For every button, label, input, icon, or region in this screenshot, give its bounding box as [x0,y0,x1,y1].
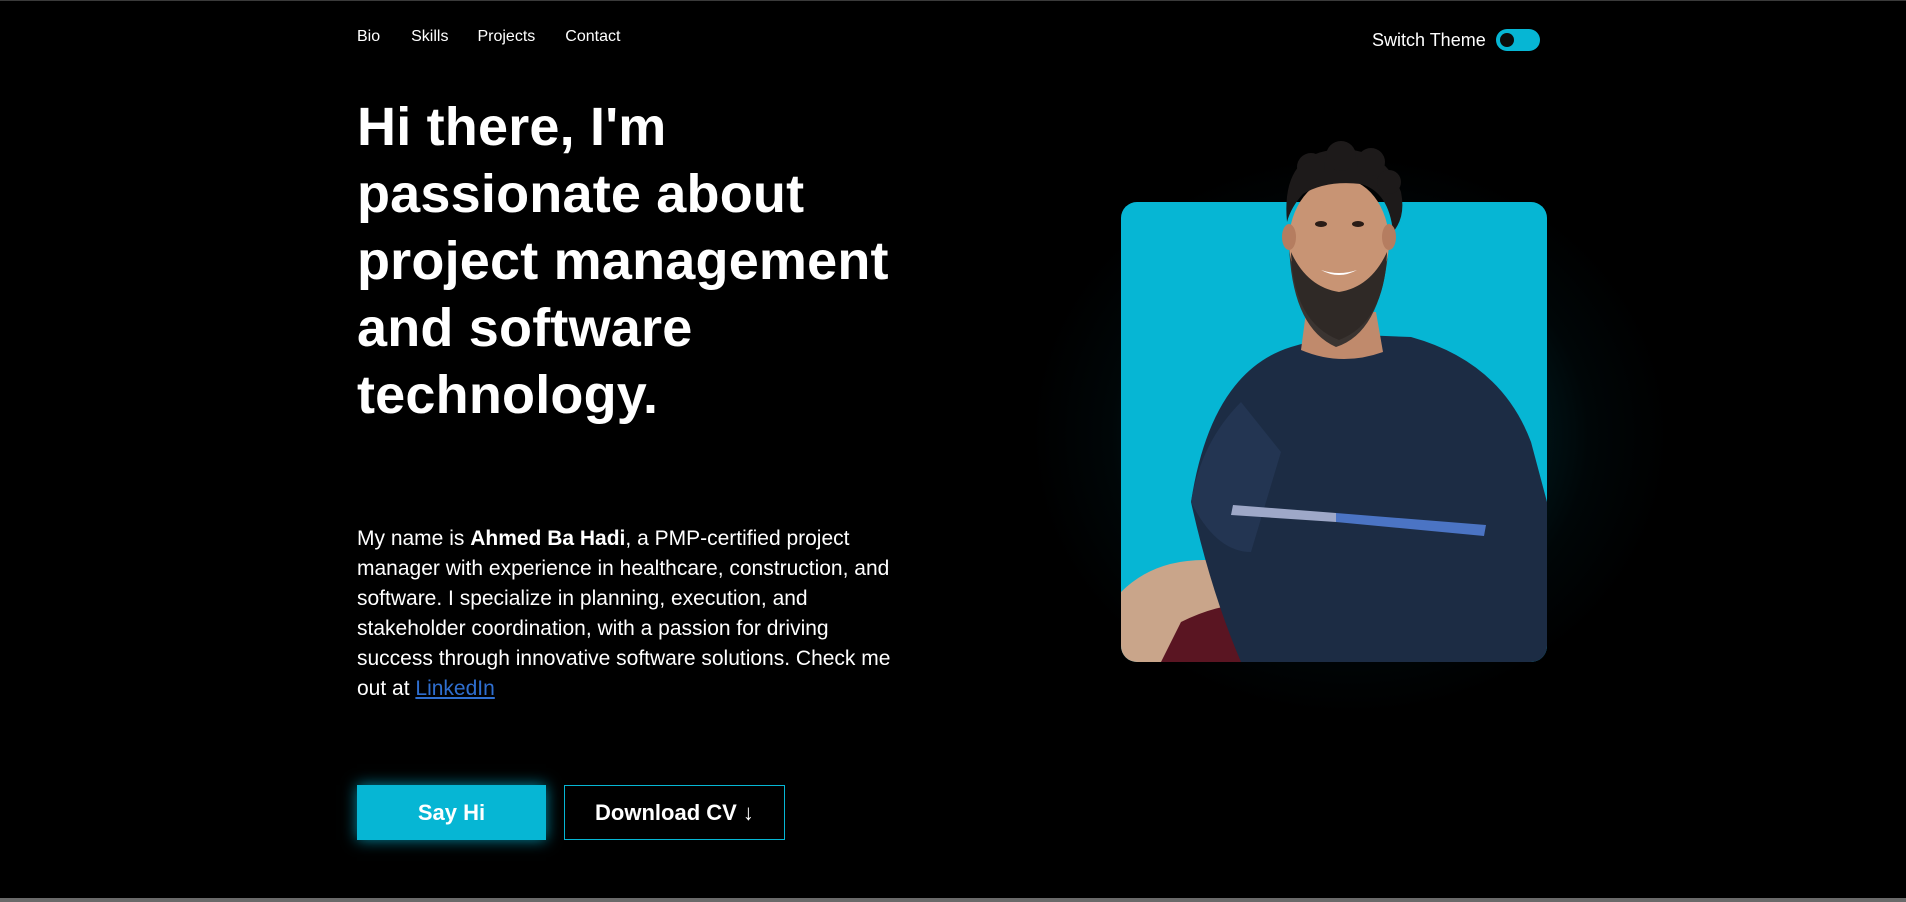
toggle-knob [1499,33,1514,47]
main-nav: Bio Skills Projects Contact [357,28,620,46]
bio-body: , a PMP-certified project manager with e… [357,527,891,700]
hero-bio: My name is Ahmed Ba Hadi, a PMP-certifie… [357,524,902,704]
nav-bio-link[interactable]: Bio [357,28,380,46]
nav-projects-link[interactable]: Projects [477,28,535,46]
toggle-switch-icon[interactable] [1495,29,1540,51]
bio-intro: My name is [357,527,471,550]
bio-name: Ahmed Ba Hadi [470,527,626,550]
page: Bio Skills Projects Contact Switch Theme… [0,0,1906,902]
theme-switch-label: Switch Theme [1372,29,1486,50]
nav-skills-link[interactable]: Skills [411,28,448,46]
theme-switch: Switch Theme [1372,29,1540,51]
linkedin-link[interactable]: LinkedIn [415,677,494,700]
download-cv-button[interactable]: Download CV ↓ [564,785,785,840]
window-bottom-bar [0,898,1906,902]
window-top-border [0,0,1906,1]
say-hi-button[interactable]: Say Hi [357,785,546,840]
hero-headline: Hi there, I'm passionate about project m… [357,97,889,425]
nav-contact-link[interactable]: Contact [565,28,620,46]
profile-photo [1121,122,1547,662]
